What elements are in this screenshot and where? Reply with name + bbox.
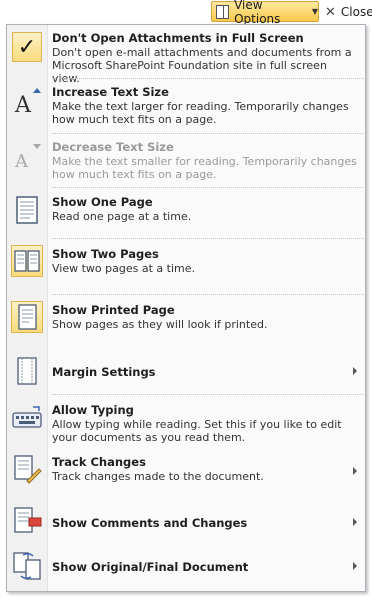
menu-item-description: Show pages as they will look if printed.: [52, 318, 268, 331]
menu-item-description: Make the text larger for reading. Tempor…: [52, 100, 349, 126]
svg-text:A: A: [14, 151, 29, 172]
printed-page-icon: [18, 304, 37, 330]
checkmark-icon: ✓: [12, 32, 42, 62]
chevron-down-icon: ▼: [311, 7, 318, 16]
margin-settings-icon: [17, 357, 37, 385]
menu-item-title: Increase Text Size: [52, 85, 169, 99]
view-options-label: View Options: [234, 0, 281, 26]
menu-item-description: Allow typing while reading. Set this if …: [52, 418, 342, 444]
menu-item-title: Margin Settings: [52, 365, 156, 379]
chevron-right-icon: [353, 367, 357, 375]
chevron-right-icon: [353, 467, 357, 475]
menu-item-dont-open-attachments-full-screen[interactable]: ✓ Don't Open Attachments in Full Screen …: [7, 29, 365, 85]
menu-item-show-comments-and-changes[interactable]: Show Comments and Changes: [7, 505, 365, 539]
menu-item-decrease-text-size[interactable]: A Decrease Text Size Make the text small…: [7, 138, 365, 184]
menu-item-title: Track Changes: [52, 455, 146, 469]
svg-text:A: A: [14, 93, 32, 117]
comments-changes-icon: [14, 507, 42, 533]
menu-item-title: Show Two Pages: [52, 247, 159, 261]
view-options-icon: [216, 4, 230, 19]
reading-toolbar: View Options ▼ ✕ Close: [0, 0, 372, 26]
menu-separator: [52, 238, 364, 239]
two-pages-icon: [14, 250, 40, 272]
close-icon: ✕: [325, 4, 336, 20]
menu-item-show-two-pages[interactable]: Show Two Pages View two pages at a time.: [7, 245, 365, 287]
menu-item-description: Make the text smaller for reading. Tempo…: [52, 155, 357, 181]
increase-text-size-icon: A: [14, 88, 41, 117]
original-final-document-icon: [13, 552, 41, 580]
close-label: Close: [340, 5, 372, 19]
menu-separator: [52, 187, 364, 188]
chevron-right-icon: [353, 562, 357, 570]
menu-item-description: Track changes made to the document.: [52, 470, 264, 483]
menu-item-title: Show One Page: [52, 195, 153, 209]
menu-item-description: View two pages at a time.: [52, 262, 195, 275]
menu-item-show-printed-page[interactable]: Show Printed Page Show pages as they wil…: [7, 301, 365, 343]
menu-item-description: Read one page at a time.: [52, 210, 192, 223]
keyboard-icon: [12, 406, 42, 428]
menu-separator: [52, 78, 364, 79]
menu-separator: [52, 394, 364, 395]
menu-item-description: Don't open e-mail attachments and docume…: [52, 46, 352, 85]
menu-item-track-changes[interactable]: Track Changes Track changes made to the …: [7, 453, 365, 489]
menu-item-title: Show Printed Page: [52, 303, 175, 317]
menu-separator: [52, 294, 364, 295]
menu-item-show-original-final-document[interactable]: Show Original/Final Document: [7, 550, 365, 584]
track-changes-icon: [14, 455, 42, 484]
menu-item-increase-text-size[interactable]: A Increase Text Size Make the text large…: [7, 83, 365, 129]
menu-separator: [52, 133, 364, 134]
view-options-menu: ✓ Don't Open Attachments in Full Screen …: [6, 24, 366, 592]
one-page-icon: [16, 196, 38, 224]
menu-item-title: Don't Open Attachments in Full Screen: [52, 31, 304, 45]
close-button[interactable]: ✕ Close: [325, 2, 372, 22]
view-options-button[interactable]: View Options ▼: [211, 0, 319, 26]
decrease-text-size-icon: A: [14, 144, 41, 172]
menu-item-margin-settings[interactable]: Margin Settings: [7, 355, 365, 389]
menu-item-title: Show Comments and Changes: [52, 516, 248, 530]
chevron-right-icon: [353, 518, 357, 526]
menu-item-show-one-page[interactable]: Show One Page Read one page at a time.: [7, 193, 365, 235]
menu-item-allow-typing[interactable]: Allow Typing Allow typing while reading.…: [7, 401, 365, 445]
menu-item-title: Allow Typing: [52, 403, 134, 417]
menu-item-title: Show Original/Final Document: [52, 560, 249, 574]
menu-item-title: Decrease Text Size: [52, 140, 174, 154]
